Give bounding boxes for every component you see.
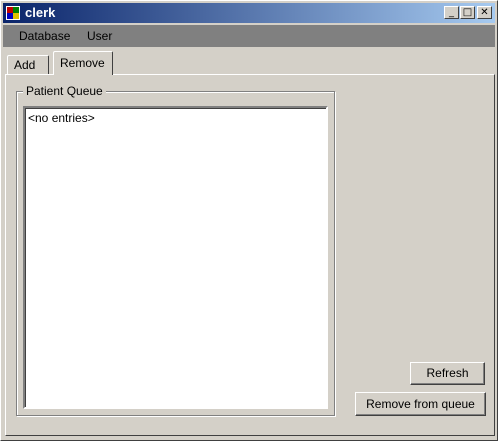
minimize-button[interactable]: _: [444, 6, 459, 19]
menu-user[interactable]: User: [87, 29, 112, 43]
remove-tab-panel: Patient Queue <no entries> Refresh Remov…: [5, 74, 495, 436]
patient-queue-title: Patient Queue: [23, 84, 106, 98]
menu-database[interactable]: Database: [19, 29, 70, 43]
close-button[interactable]: ✕: [477, 6, 492, 19]
app-window: clerk _ □ ✕ Database User Add Remove Pat…: [0, 0, 498, 441]
patient-queue-group: Patient Queue <no entries>: [16, 84, 335, 416]
title-bar[interactable]: clerk _ □ ✕: [3, 3, 495, 23]
app-icon: [6, 6, 20, 20]
tab-add[interactable]: Add: [7, 55, 49, 75]
list-item[interactable]: <no entries>: [28, 111, 95, 125]
maximize-button[interactable]: □: [460, 6, 475, 19]
tab-remove[interactable]: Remove: [53, 51, 113, 75]
refresh-button[interactable]: Refresh: [410, 362, 485, 385]
window-title: clerk: [25, 5, 56, 20]
tab-strip: Add Remove: [5, 51, 495, 75]
remove-from-queue-button[interactable]: Remove from queue: [355, 392, 486, 416]
menu-bar: Database User: [3, 25, 495, 47]
patient-queue-list[interactable]: <no entries>: [23, 106, 328, 409]
